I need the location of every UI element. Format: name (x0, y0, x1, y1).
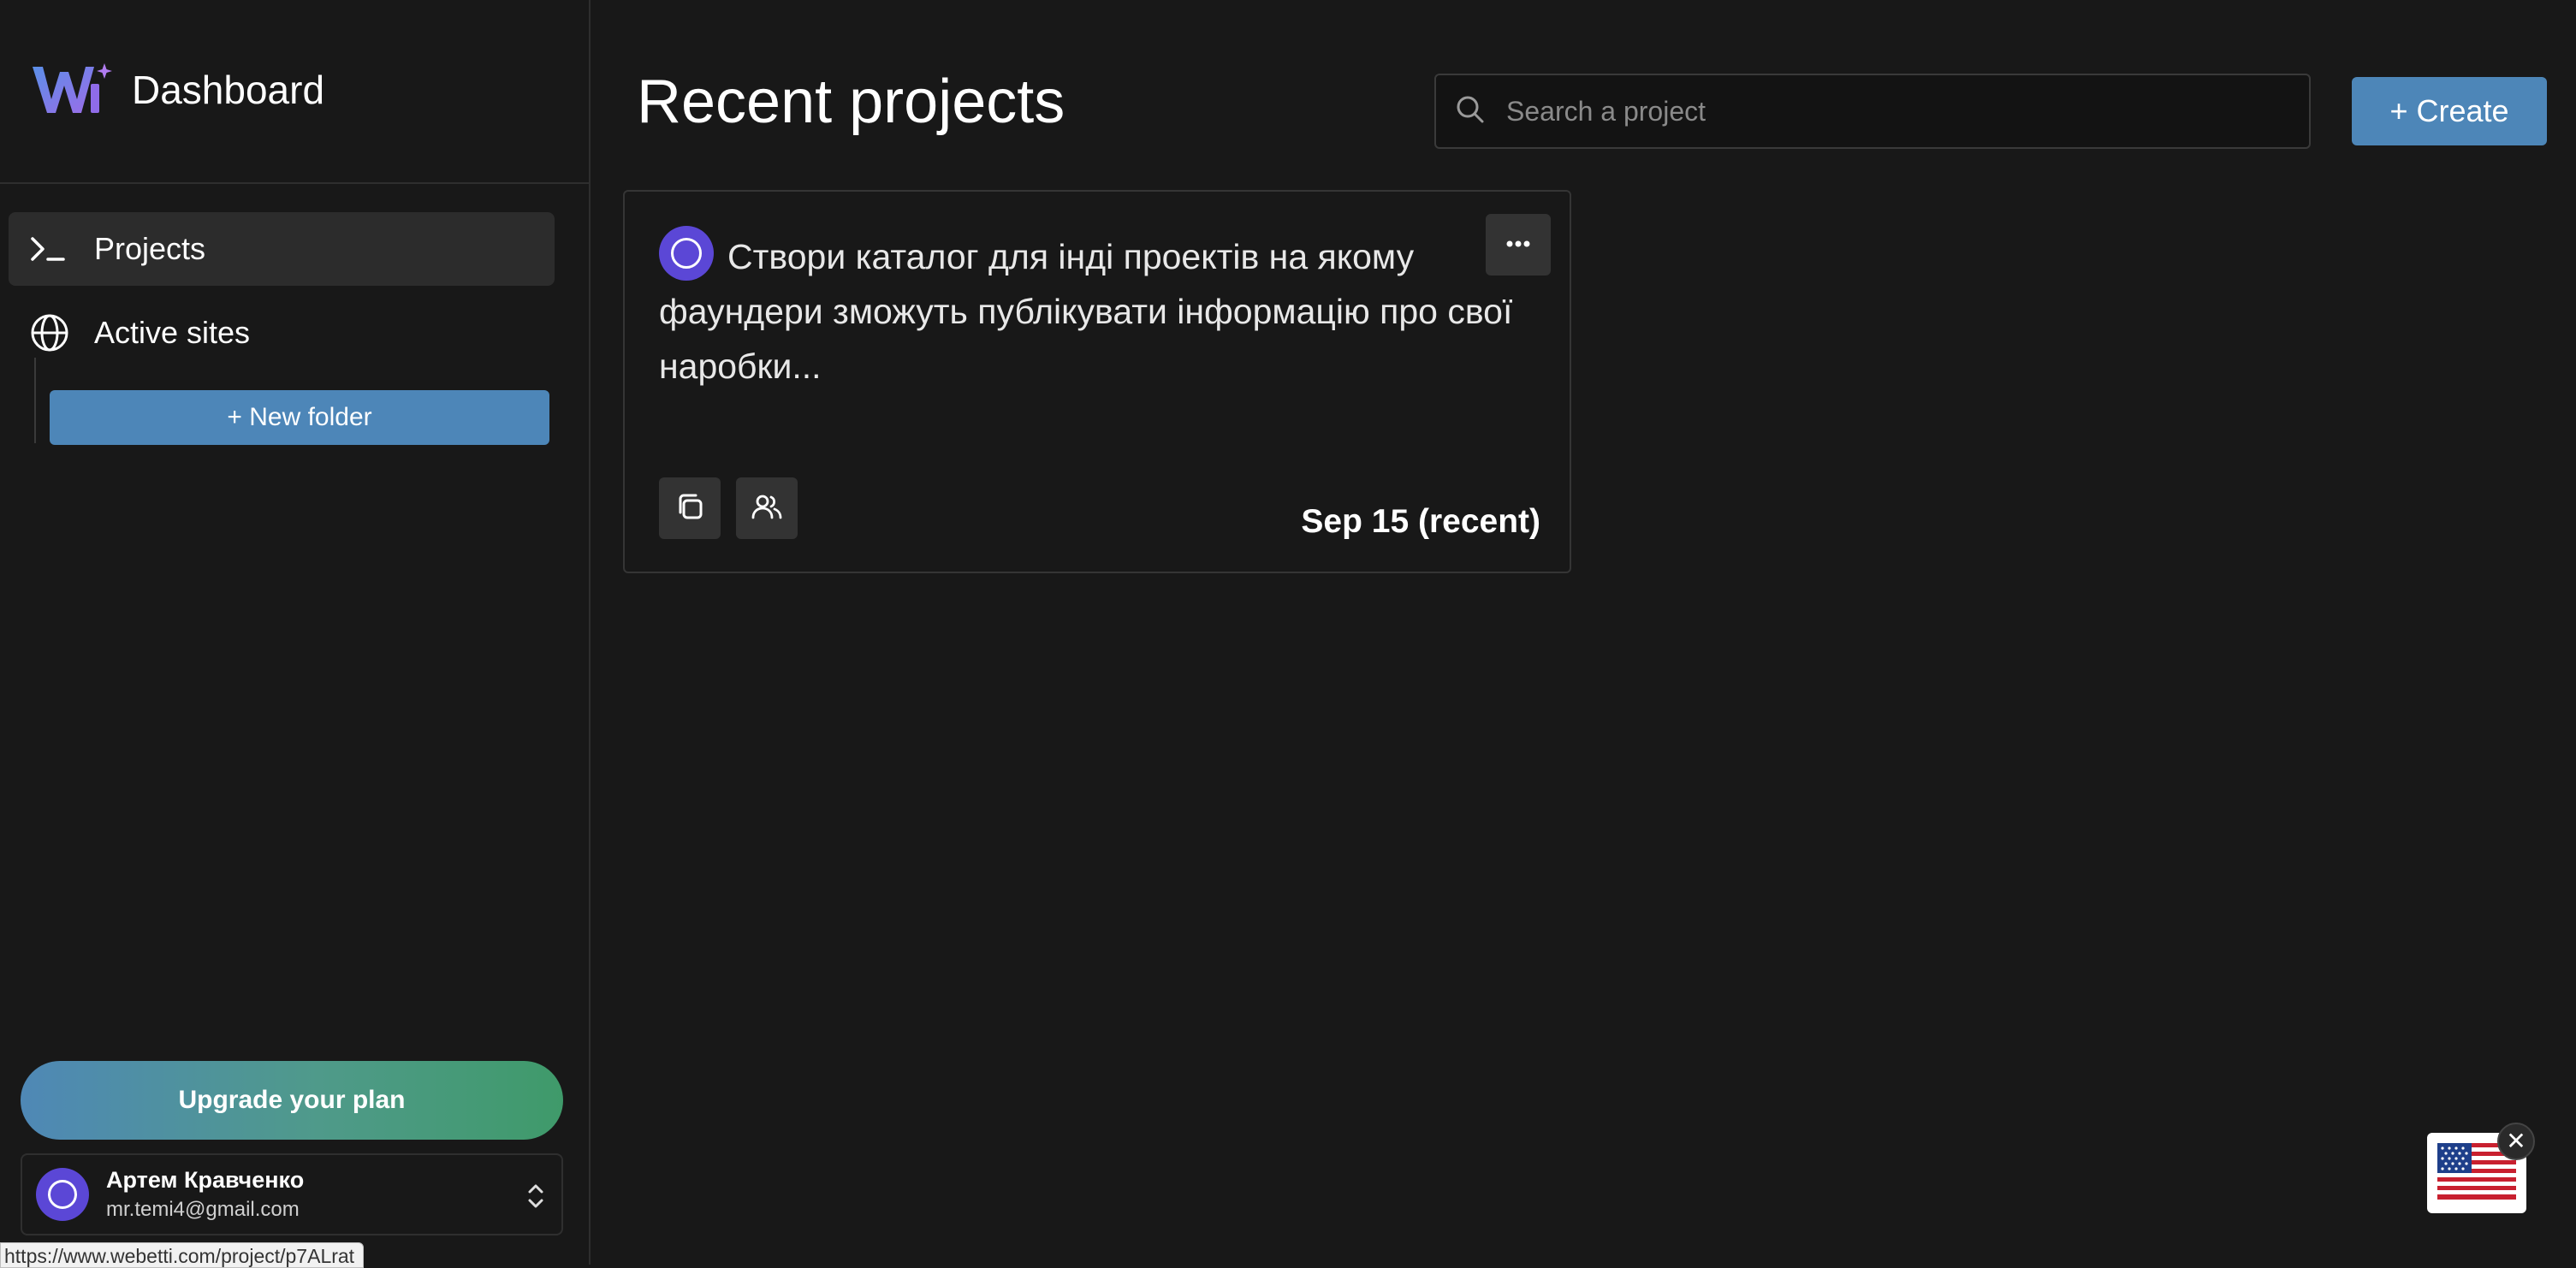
create-button[interactable]: + Create (2352, 77, 2547, 145)
search-icon (1455, 94, 1486, 129)
sidebar: Dashboard Projects Active sites + New fo… (0, 0, 591, 1265)
project-description: Створи каталог для інді проектів на яком… (659, 237, 1513, 386)
user-switcher[interactable]: Артем Кравченко mr.temi4@gmail.com (21, 1153, 563, 1235)
globe-icon (29, 311, 79, 354)
app-logo (31, 62, 113, 118)
more-options-button[interactable] (1486, 214, 1551, 276)
users-icon (751, 491, 783, 526)
sidebar-divider (0, 182, 591, 184)
tree-connector (34, 358, 36, 443)
user-email: mr.temi4@gmail.com (106, 1197, 300, 1221)
duplicate-button[interactable] (659, 477, 721, 539)
search-input[interactable] (1505, 94, 2275, 128)
close-language-widget-button[interactable]: ✕ (2497, 1123, 2535, 1160)
chevron-up-down-icon (525, 1181, 546, 1212)
sidebar-item-projects[interactable]: Projects (9, 212, 555, 286)
app-title: Dashboard (132, 68, 325, 112)
project-card[interactable]: Створи каталог для інді проектів на яком… (623, 190, 1571, 573)
copy-icon (674, 491, 705, 526)
upgrade-plan-button[interactable]: Upgrade your plan (21, 1061, 563, 1140)
new-folder-button[interactable]: + New folder (50, 390, 549, 445)
sidebar-item-active-sites[interactable]: Active sites (9, 296, 555, 370)
brand[interactable]: Dashboard (31, 62, 324, 118)
sidebar-item-label: Projects (94, 231, 206, 266)
search-box[interactable] (1434, 74, 2311, 149)
terminal-icon (29, 228, 79, 270)
sidebar-item-label: Active sites (94, 315, 251, 350)
project-date: Sep 15 (recent) (1301, 503, 1540, 540)
user-name: Артем Кравченко (106, 1167, 305, 1194)
avatar (36, 1168, 89, 1221)
share-users-button[interactable] (736, 477, 798, 539)
more-horizontal-icon (1505, 237, 1531, 252)
page-title: Recent projects (637, 68, 1065, 136)
